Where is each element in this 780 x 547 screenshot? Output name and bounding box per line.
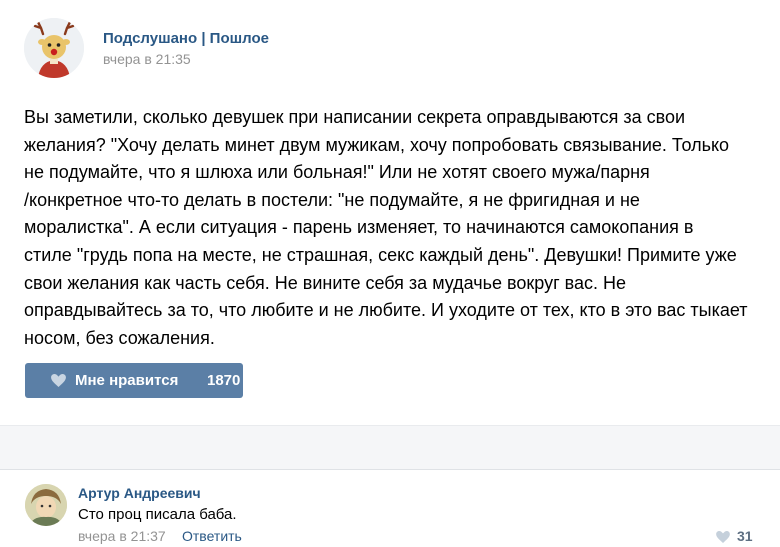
- post-text-line: желания? "Хочу делать минет двум мужикам…: [24, 134, 730, 155]
- heart-icon: [716, 531, 730, 543]
- post-text-line: стиле "грудь попа на месте, не страшная,…: [24, 244, 737, 265]
- comment-text: Сто проц писала баба.: [78, 506, 237, 523]
- reply-button[interactable]: Ответить: [182, 528, 242, 544]
- post-text: Вы заметили, сколько девушек при написан…: [24, 104, 764, 352]
- community-avatar[interactable]: [24, 18, 84, 78]
- heart-icon: [51, 374, 66, 387]
- post-text-line: оправдывайтесь за то, что любите и не лю…: [24, 300, 748, 321]
- section-divider: [0, 425, 780, 470]
- comment-author-link[interactable]: Артур Андреевич: [78, 485, 201, 501]
- post-text-line: моралистка". А если ситуация - парень из…: [24, 217, 694, 238]
- post-text-line: не подумайте, что я шлюха или больная!" …: [24, 162, 650, 183]
- comment-author-avatar[interactable]: [25, 484, 67, 526]
- post-timestamp[interactable]: вчера в 21:35: [103, 51, 191, 67]
- like-count: 1870: [207, 372, 241, 389]
- post-text-line: носом, без сожаления.: [24, 327, 215, 348]
- like-button-label: Мне нравится: [75, 372, 179, 389]
- post-text-line: /конкретное что-то делать в постели: "не…: [24, 189, 640, 210]
- post-text-line: свои желания как часть себя. Не вините с…: [24, 272, 627, 293]
- user-avatar-icon: [25, 484, 67, 526]
- like-button[interactable]: Мне нравится 1870: [25, 363, 243, 398]
- post-text-line: Вы заметили, сколько девушек при написан…: [24, 107, 686, 127]
- comment-timestamp[interactable]: вчера в 21:37: [78, 528, 166, 544]
- comment-like-button[interactable]: 31: [716, 528, 766, 544]
- comment-item: Артур Андреевич Сто проц писала баба. вч…: [0, 478, 780, 547]
- reindeer-avatar-icon: [24, 18, 84, 78]
- post-header: Подслушано | Пошлое вчера в 21:35: [24, 18, 764, 78]
- post-author-link[interactable]: Подслушано | Пошлое: [103, 30, 269, 47]
- comment-like-count: 31: [737, 528, 753, 544]
- post-card: Подслушано | Пошлое вчера в 21:35 Вы зам…: [0, 0, 780, 547]
